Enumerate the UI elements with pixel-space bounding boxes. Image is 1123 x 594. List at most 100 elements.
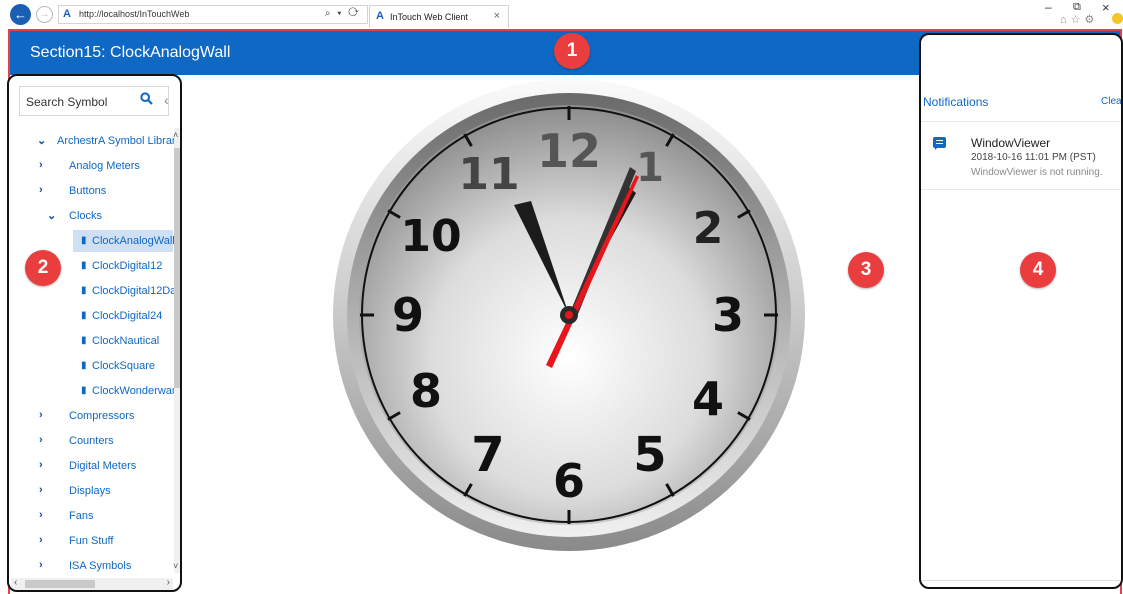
tree-item-label: Compressors	[69, 410, 135, 422]
collapse-panel-icon[interactable]: ‹	[164, 92, 169, 108]
feedback-smiley-icon[interactable]	[1112, 13, 1123, 24]
browser-toolbar-icons[interactable]: ⌂☆⚙	[1060, 13, 1098, 26]
tree-vertical-scrollbar[interactable]: ˄ ˅	[173, 128, 180, 573]
message-icon	[933, 137, 946, 150]
forward-button[interactable]: →	[36, 6, 53, 23]
tree-item-clocks[interactable]: ⌄ Clocks	[9, 207, 174, 227]
document-icon: ▮	[81, 385, 87, 396]
tree-item-fans[interactable]: › Fans	[9, 507, 174, 527]
numeral-9: 9	[392, 288, 424, 342]
tree-leaf-clock-square[interactable]: ▮ ClockSquare	[9, 357, 174, 377]
tree-item-fun-stuff[interactable]: › Fun Stuff	[9, 532, 174, 552]
address-tools-icon[interactable]: ⌕ ▾ ⟳	[325, 8, 361, 19]
notification-message: WindowViewer is not running.	[971, 167, 1103, 178]
callout-marker-1: 1	[554, 33, 590, 69]
clear-notifications-button[interactable]: Clear	[1101, 96, 1121, 107]
tree-item-label: Displays	[69, 485, 111, 497]
chevron-right-icon: ›	[39, 484, 43, 496]
page-title: Section15: ClockAnalogWall	[30, 44, 231, 61]
document-icon: ▮	[81, 335, 87, 346]
document-icon: ▮	[81, 360, 87, 371]
divider	[921, 189, 1121, 190]
chevron-right-icon: ›	[39, 459, 43, 471]
address-bar[interactable]: A http://localhost/InTouchWeb ⌕ ▾ ⟳	[58, 5, 368, 24]
tree-item-label: Fans	[69, 510, 94, 522]
tree-leaf-clock-analog-wall[interactable]: ▮ ClockAnalogWall	[9, 230, 174, 252]
tree-item-analog-meters[interactable]: › Analog Meters	[9, 157, 174, 177]
symbol-tree: ⌄ ArchestrA Symbol Library › Analog Mete…	[9, 128, 174, 578]
tree-item-label: Fun Stuff	[69, 535, 114, 547]
numeral-1: 1	[636, 145, 664, 191]
numeral-3: 3	[712, 288, 744, 342]
tree-item-buttons[interactable]: › Buttons	[9, 182, 174, 202]
site-favicon-icon: A	[63, 8, 71, 20]
chevron-right-icon: ›	[39, 184, 43, 196]
callout-marker-2: 2	[25, 250, 61, 286]
tree-item-counters[interactable]: › Counters	[9, 432, 174, 452]
tree-leaf-clock-digital24[interactable]: ▮ ClockDigital24	[9, 307, 174, 327]
message-icon-line	[936, 140, 943, 141]
tree-leaf-clock-nautical[interactable]: ▮ ClockNautical	[9, 332, 174, 352]
tree-item-label: Buttons	[69, 185, 107, 197]
chevron-right-icon: ›	[39, 434, 43, 446]
chevron-down-icon: ⌄	[47, 210, 57, 222]
back-button[interactable]: ←	[10, 4, 31, 25]
tree-item-label: Analog Meters	[69, 160, 140, 172]
chevron-right-icon: ›	[39, 534, 43, 546]
tab-close-icon[interactable]: ×	[494, 10, 500, 22]
notifications-panel: Notifications Clear WindowViewer 2018-10…	[919, 33, 1123, 589]
document-icon: ▮	[81, 260, 87, 271]
message-icon-line	[936, 143, 943, 144]
tree-leaf-clock-digital12date[interactable]: ▮ ClockDigital12Date	[9, 282, 174, 302]
scroll-right-icon[interactable]: ›	[167, 577, 170, 588]
tree-item-label: ISA Symbols	[69, 560, 132, 572]
scroll-thumb[interactable]	[174, 148, 180, 388]
tree-item-digital-meters[interactable]: › Digital Meters	[9, 457, 174, 477]
tab-favicon-icon: A	[376, 10, 384, 22]
scroll-down-icon[interactable]: ˅	[173, 561, 178, 571]
tree-leaf-label: ClockDigital12	[92, 260, 163, 272]
numeral-12: 12	[537, 124, 601, 178]
window-minimize-button[interactable]: –	[1045, 0, 1052, 14]
tree-item-isa-symbols[interactable]: › ISA Symbols	[9, 557, 174, 577]
search-input[interactable]: Search Symbol	[19, 86, 169, 116]
numeral-5: 5	[633, 427, 666, 483]
numeral-11: 11	[458, 149, 519, 200]
notification-source[interactable]: WindowViewer	[971, 136, 1050, 150]
tree-item-compressors[interactable]: › Compressors	[9, 407, 174, 427]
tree-root-label: ArchestrA Symbol Library	[57, 135, 174, 147]
tree-leaf-label: ClockDigital12Date	[92, 285, 174, 297]
numeral-6: 6	[553, 454, 585, 508]
screen: ← → A http://localhost/InTouchWeb ⌕ ▾ ⟳ …	[0, 0, 1123, 594]
symbol-canvas: 12 1 2 3 4 5 6 7 8 9 10 11	[184, 75, 917, 590]
tab-title: InTouch Web Client	[390, 12, 468, 22]
tree-leaf-clock-wonderware[interactable]: ▮ ClockWonderware	[9, 382, 174, 402]
tree-horizontal-scrollbar[interactable]: ‹ ›	[11, 577, 173, 590]
document-icon: ▮	[81, 285, 87, 296]
callout-marker-4: 4	[1020, 252, 1056, 288]
search-icon[interactable]	[140, 92, 153, 108]
tree-leaf-label: ClockAnalogWall	[92, 235, 174, 247]
numeral-2: 2	[693, 203, 724, 254]
scroll-thumb[interactable]	[25, 580, 95, 588]
tree-leaf-label: ClockDigital24	[92, 310, 163, 322]
scroll-left-icon[interactable]: ‹	[14, 577, 17, 588]
tree-item-displays[interactable]: › Displays	[9, 482, 174, 502]
numeral-8: 8	[410, 364, 442, 418]
window-close-button[interactable]: ×	[1102, 0, 1110, 15]
tree-root[interactable]: ⌄ ArchestrA Symbol Library	[9, 132, 174, 152]
scroll-up-icon[interactable]: ˄	[173, 130, 178, 140]
callout-marker-3: 3	[848, 252, 884, 288]
clock-center-pin	[565, 311, 573, 319]
divider	[921, 121, 1121, 122]
analog-wall-clock: 12 1 2 3 4 5 6 7 8 9 10 11	[327, 79, 811, 580]
symbol-library-panel: Search Symbol ‹ ⌄ ArchestrA Symbol Libra…	[7, 74, 182, 592]
search-placeholder: Search Symbol	[26, 95, 108, 109]
tree-item-label: Digital Meters	[69, 460, 137, 472]
document-icon: ▮	[81, 235, 87, 246]
chevron-right-icon: ›	[39, 509, 43, 521]
notifications-title: Notifications	[923, 95, 989, 109]
tree-item-label: Clocks	[69, 210, 103, 222]
browser-tab[interactable]: A InTouch Web Client ×	[369, 5, 509, 28]
notification-timestamp: 2018-10-16 11:01 PM (PST)	[971, 152, 1096, 163]
